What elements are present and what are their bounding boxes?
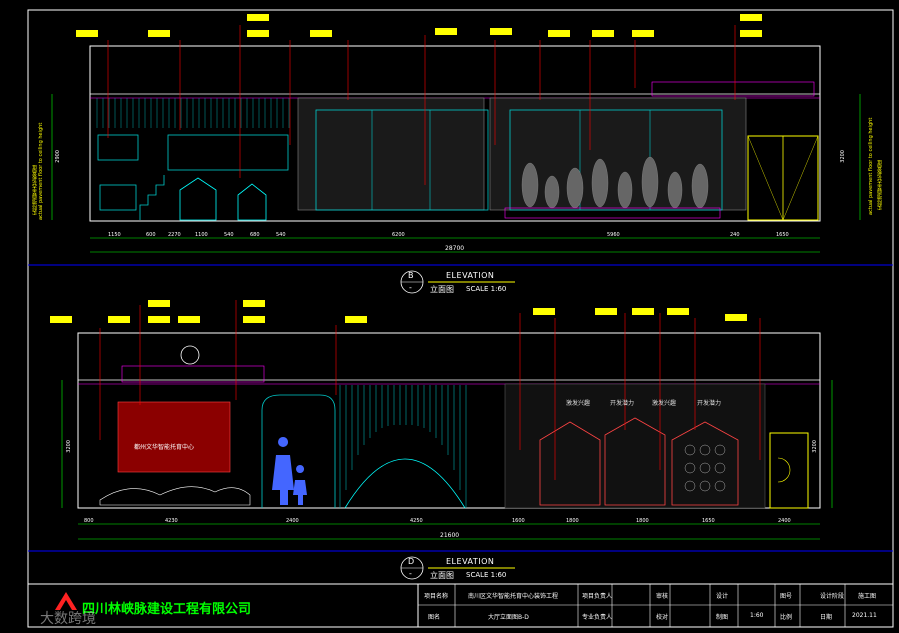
elevation-b-title-en: ELEVATION — [446, 271, 495, 280]
elevation-b-scale: SCALE 1:60 — [466, 285, 507, 293]
elevation-d-slogan-3: 激发兴趣 — [652, 400, 677, 407]
b-dim-4: 540 — [224, 232, 234, 238]
elevation-b-bubble-sub: - — [409, 283, 412, 292]
elevation-b-side-right-cn: 实际地面至天花板高度 — [877, 160, 883, 210]
d-dim-12: 2400 — [778, 518, 791, 524]
tb-drawing-name: 大厅立面图B-D — [488, 614, 529, 621]
side-right-en: actual pavement floor to ceiling height — [868, 117, 874, 215]
b-dim-11: 240 — [730, 232, 740, 238]
tb-drawing-no: 图号 — [780, 593, 793, 600]
elevation-d-title-en: ELEVATION — [446, 557, 495, 566]
d-dim-3: 2400 — [286, 518, 299, 524]
company-name: 四川林峡脉建设工程有限公司 — [82, 602, 252, 617]
tb-drawing-name-label: 图名 — [428, 614, 441, 621]
elevation-d-slogan-1: 激发兴趣 — [566, 400, 591, 407]
b-dim-2: 2270 — [168, 232, 181, 238]
tb-scale-value: 1:60 — [750, 612, 764, 619]
tb-project-lead: 项目负责人 — [582, 593, 613, 600]
b-dim-3: 1100 — [195, 232, 208, 238]
elevation-d-bubble-sub: - — [409, 569, 412, 578]
elevation-d-vdim-left: 3200 — [66, 440, 72, 453]
elevation-d-slogan-2: 开发潜力 — [610, 400, 635, 407]
b-dim-7: 6200 — [392, 232, 405, 238]
elevation-d-title-cn: 立面图 — [430, 571, 454, 580]
tb-date-value: 2021.11 — [852, 612, 877, 619]
elevation-d-wall-text: 都州文华智能托育中心 — [134, 444, 195, 451]
b-dim-5: 680 — [250, 232, 260, 238]
elevation-b-title-cn: 立面图 — [430, 285, 454, 294]
tb-project-label: 项目名称 — [424, 593, 449, 600]
tb-date-label: 日期 — [820, 614, 833, 621]
elevation-d-bubble-letter: D — [408, 557, 415, 566]
elevation-b-vdim-right: 3200 — [840, 150, 846, 163]
side-left-en: actual pavement floor to ceiling height — [38, 122, 44, 220]
elevation-b-side-left-cn: 实际地面至天花板高度 — [32, 165, 38, 215]
b-dim-0: 1150 — [108, 232, 121, 238]
d-dim-9: 1800 — [636, 518, 649, 524]
elevation-b-bubble-letter: B — [408, 271, 414, 280]
tb-project-name: 南川区文华智能托育中心装饰工程 — [468, 593, 559, 600]
watermark: 大数跨境 — [40, 611, 96, 627]
elevation-b-total-dim: 28700 — [445, 245, 465, 252]
elevation-b-vdim-left: 2900 — [55, 150, 61, 163]
elevation-d-slogan-4: 开发潜力 — [697, 400, 722, 407]
tb-stage-value: 施工图 — [858, 593, 877, 600]
elevation-b-side-right: actual pavement floor to ceiling height — [868, 100, 874, 215]
b-dim-6: 540 — [276, 232, 286, 238]
tb-check: 校对 — [656, 614, 669, 621]
elevation-b-side-left: actual pavement floor to ceiling height — [38, 110, 44, 220]
elevation-d-scale: SCALE 1:60 — [466, 571, 507, 579]
d-dim-5: 4250 — [410, 518, 423, 524]
elevation-d-total-dim: 21600 — [440, 532, 460, 539]
tb-review: 审核 — [656, 593, 669, 600]
d-dim-10: 1650 — [702, 518, 715, 524]
d-dim-1: 4230 — [165, 518, 178, 524]
elevation-d-vdim-right: 3200 — [812, 440, 818, 453]
d-dim-8: 1800 — [566, 518, 579, 524]
tb-stage: 设计阶段 — [820, 593, 845, 600]
tb-design: 设计 — [716, 593, 729, 600]
tb-discipline-lead: 专业负责人 — [582, 614, 613, 621]
d-dim-7: 1600 — [512, 518, 525, 524]
b-dim-12: 1650 — [776, 232, 789, 238]
d-dim-0: 800 — [84, 518, 94, 524]
tb-drafting: 制图 — [716, 614, 729, 621]
b-dim-9: 5960 — [607, 232, 620, 238]
tb-scale-label: 比例 — [780, 614, 793, 621]
b-dim-1: 600 — [146, 232, 156, 238]
